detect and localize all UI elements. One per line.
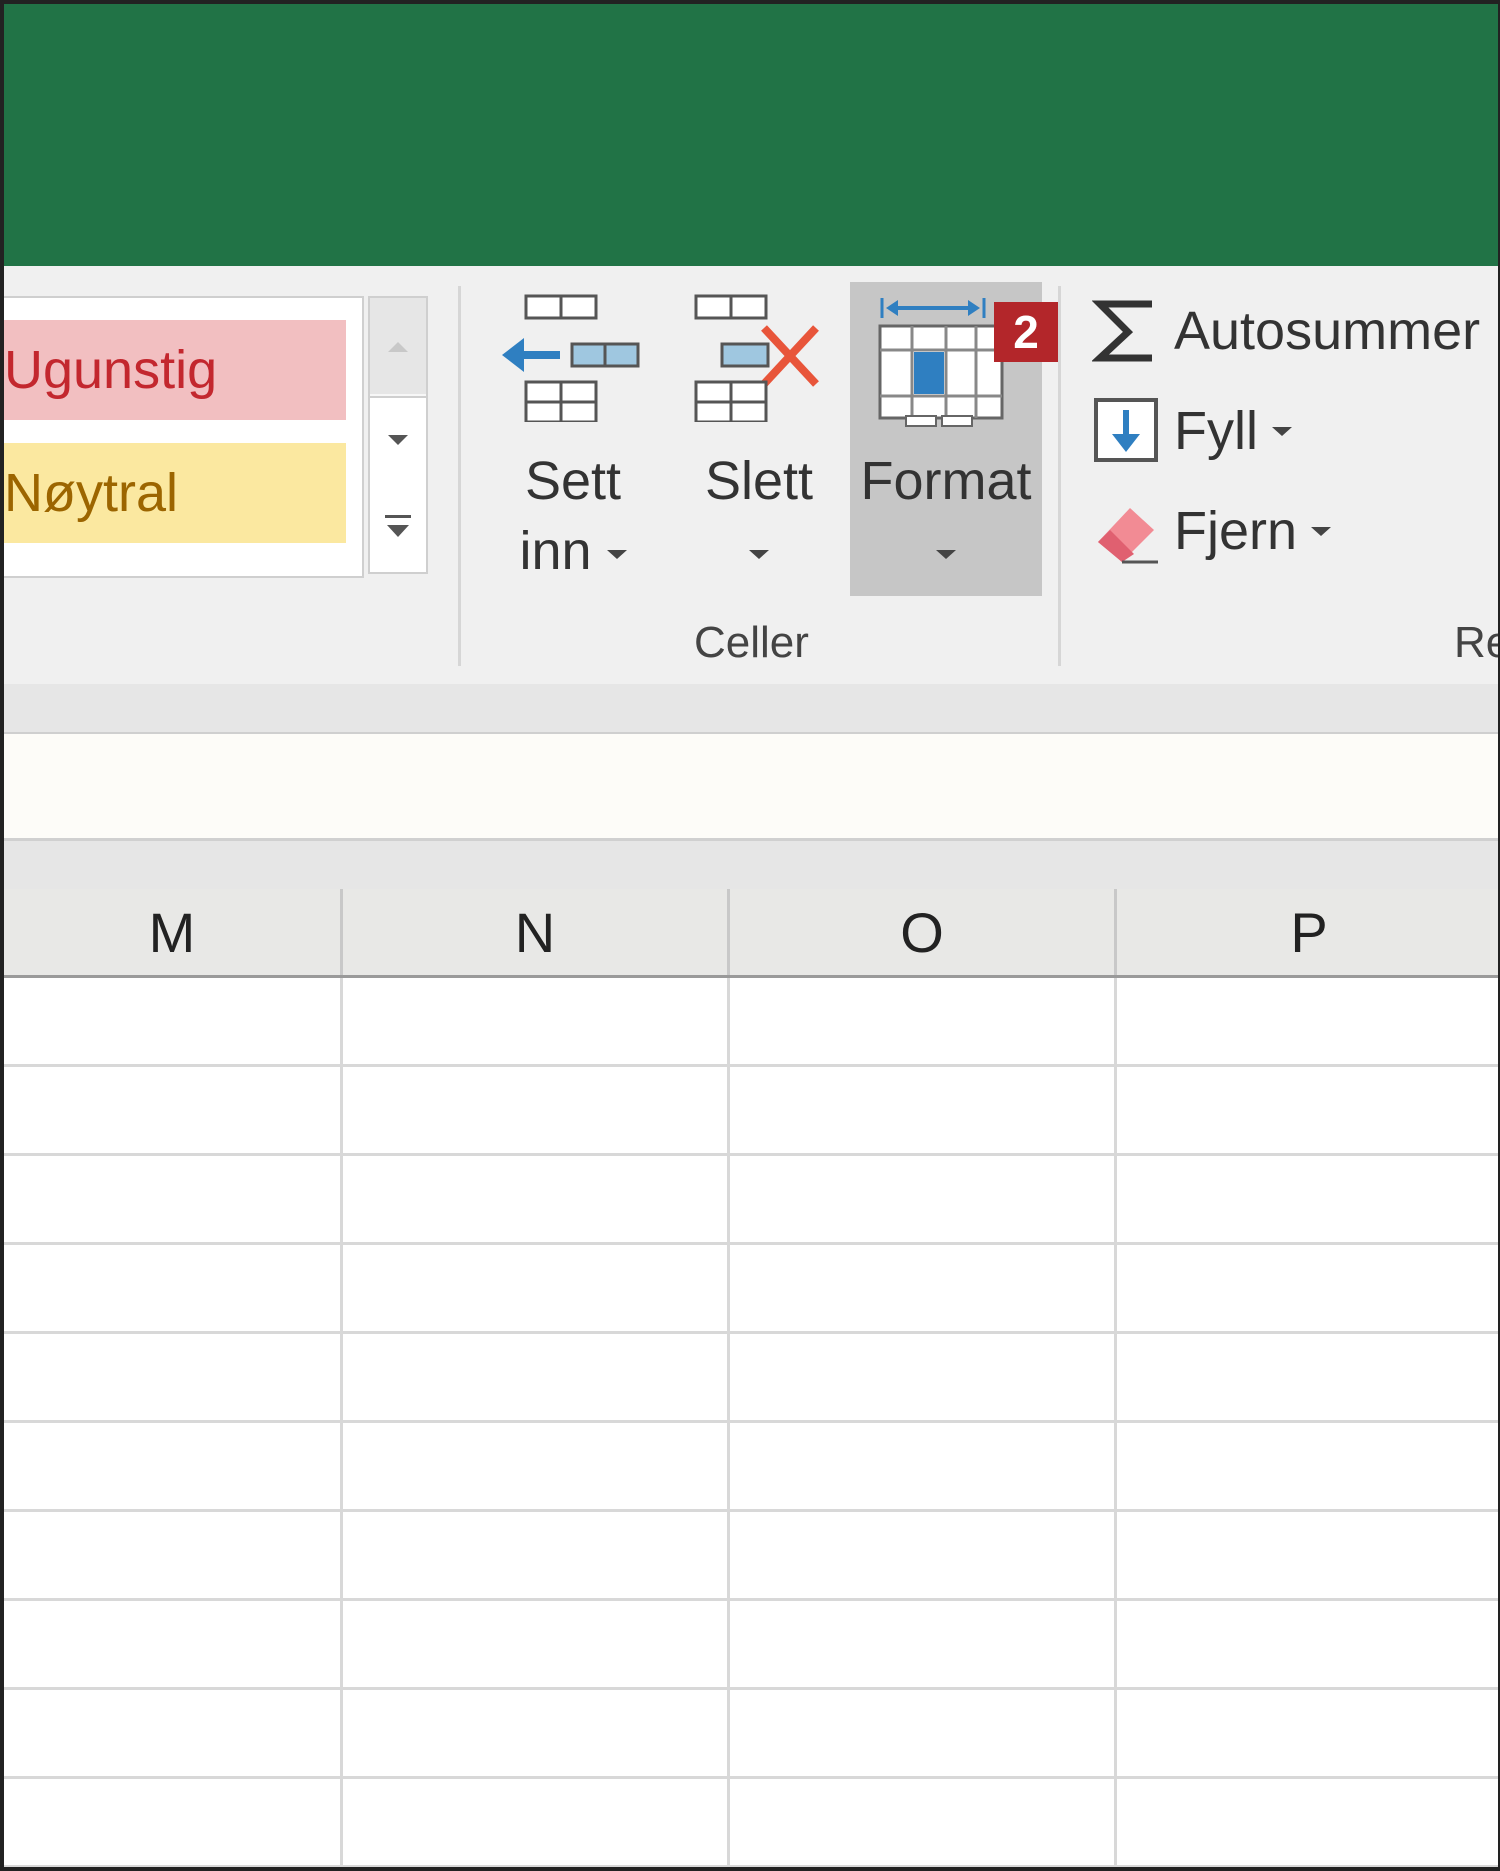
eraser-icon <box>1092 496 1162 566</box>
title-bar <box>4 4 1498 266</box>
style-bad-label: Ugunstig <box>4 340 218 400</box>
column-header-n[interactable]: N <box>343 889 727 975</box>
group-separator <box>1058 286 1061 666</box>
chevron-up-icon <box>388 342 408 352</box>
column-header-p[interactable]: P <box>1117 889 1498 975</box>
grid-row-line <box>4 1776 1498 1779</box>
editing-group-label: Re <box>1454 618 1498 667</box>
formula-bar-strip <box>4 841 1498 889</box>
insert-label-2: inn <box>488 520 658 582</box>
insert-label-1: Sett <box>524 451 622 511</box>
grid-column-line <box>727 978 730 1867</box>
dropdown-caret-icon <box>1271 426 1292 436</box>
sigma-icon <box>1091 296 1162 366</box>
dropdown-caret-icon <box>936 550 956 560</box>
format-label: Format <box>860 451 1032 511</box>
grid-row-line <box>4 1865 1498 1867</box>
dropdown-caret-icon <box>1311 526 1332 536</box>
fill-down-icon <box>1092 396 1162 466</box>
formula-bar[interactable] <box>4 734 1498 841</box>
grid-row-line <box>4 1331 1498 1334</box>
grid-column-line <box>1114 978 1117 1867</box>
grid-row-line <box>4 1153 1498 1156</box>
column-header-m[interactable]: M <box>4 889 340 975</box>
gallery-scroll-up[interactable] <box>370 298 426 394</box>
grid-column-line <box>340 978 343 1867</box>
cell-grid[interactable] <box>4 978 1498 1867</box>
insert-cells-button[interactable]: Sett inn <box>488 282 658 596</box>
grid-row-line <box>4 1420 1498 1423</box>
column-headers: M N O P <box>4 889 1498 978</box>
delete-cells-icon <box>694 294 819 422</box>
ribbon: Ugunstig Nøytral Sett inn Slett Format 2… <box>4 266 1498 684</box>
autosum-label: Autosummer <box>1174 301 1481 361</box>
fill-button[interactable]: Fyll <box>1092 386 1292 476</box>
format-caret <box>850 520 1042 582</box>
dropdown-caret-icon <box>606 550 627 560</box>
grid-row-line <box>4 1598 1498 1601</box>
insert-cells-icon <box>502 294 640 422</box>
gallery-scrollbar <box>368 296 428 574</box>
dropdown-caret-icon <box>749 550 769 560</box>
chevron-down-icon <box>388 435 408 445</box>
gallery-scroll-down[interactable] <box>370 396 426 486</box>
grid-row-line <box>4 1064 1498 1067</box>
delete-cells-button[interactable]: Slett <box>674 282 844 596</box>
cell-styles-gallery: Ugunstig Nøytral <box>4 296 364 578</box>
grid-row-line <box>4 1509 1498 1512</box>
style-bad[interactable]: Ugunstig <box>4 320 346 420</box>
delete-label: Slett <box>704 451 814 511</box>
grid-row-line <box>4 1687 1498 1690</box>
fill-label: Fyll <box>1174 401 1258 461</box>
style-neutral-label: Nøytral <box>4 463 178 523</box>
column-header-o[interactable]: O <box>730 889 1114 975</box>
ribbon-bottom-strip <box>4 684 1498 734</box>
insert-label-2-text: inn <box>519 521 592 581</box>
more-icon <box>385 515 411 537</box>
clear-button[interactable]: Fjern <box>1092 486 1332 576</box>
group-separator <box>458 286 461 666</box>
clear-label: Fjern <box>1174 501 1298 561</box>
style-neutral[interactable]: Nøytral <box>4 443 346 543</box>
cells-group-label: Celler <box>694 618 809 667</box>
delete-caret <box>674 520 844 582</box>
grid-row-line <box>4 1242 1498 1245</box>
excel-window: Ugunstig Nøytral Sett inn Slett Format 2… <box>0 0 1500 1871</box>
step-badge: 2 <box>994 302 1058 362</box>
gallery-more[interactable] <box>370 484 426 572</box>
autosum-button[interactable]: Autosummer <box>1091 286 1481 376</box>
